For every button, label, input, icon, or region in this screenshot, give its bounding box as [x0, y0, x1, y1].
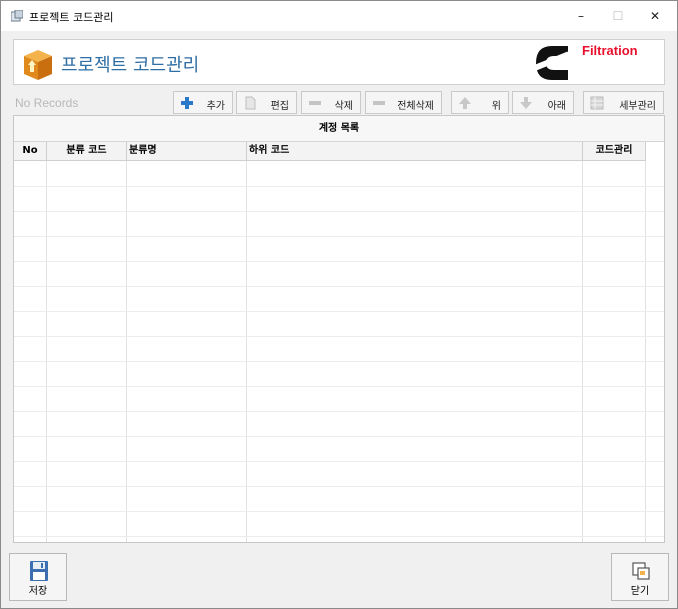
package-box-icon: [24, 50, 52, 80]
grid-row-line: [14, 311, 664, 312]
plus-icon: [181, 97, 193, 109]
detail-manage-button-label: 세부관리: [619, 101, 656, 112]
record-status: No Records: [15, 96, 79, 110]
grid-row-line: [14, 536, 664, 537]
move-up-button[interactable]: 위: [451, 91, 509, 114]
arrow-down-icon: [520, 97, 532, 109]
grid-row-line: [14, 386, 664, 387]
windows-close-icon: [632, 562, 650, 580]
save-button-label: 저장: [28, 586, 48, 597]
grid-row-line: [14, 361, 664, 362]
minus-icon: [309, 101, 321, 105]
column-header-category-code[interactable]: 분류 코드: [47, 142, 127, 161]
delete-all-button[interactable]: 전체삭제: [365, 91, 442, 114]
brand-text: Filtration: [582, 43, 638, 58]
delete-all-button-label: 전체삭제: [397, 101, 434, 112]
grid-row-line: [14, 261, 664, 262]
column-header-category-name[interactable]: 분류명: [127, 142, 247, 161]
minus-icon: [373, 101, 385, 105]
add-button-label: 추가: [206, 101, 225, 112]
column-header-code-manage[interactable]: 코드관리: [583, 142, 646, 161]
column-header-no[interactable]: No: [14, 142, 47, 161]
close-window-button[interactable]: ✕: [637, 1, 673, 31]
toolbar: No Records 추가 편집 삭제 전체삭제 위 아래 세부관리: [13, 91, 665, 115]
app-icon: [11, 10, 23, 22]
column-header-sub-code[interactable]: 하위 코드: [247, 142, 583, 161]
grid-row-line: [14, 511, 664, 512]
main-window: 프로젝트 코드관리 – ☐ ✕ 프로젝트 코드관리 Filtration No …: [0, 0, 678, 609]
save-button[interactable]: 저장: [9, 553, 67, 601]
minimize-button[interactable]: –: [563, 1, 599, 31]
grid-icon: [590, 96, 604, 110]
grid-row-line: [14, 211, 664, 212]
floppy-disk-icon: [30, 561, 48, 581]
header-title: 프로젝트 코드관리: [61, 55, 200, 76]
grid-row-line: [14, 336, 664, 337]
move-down-button[interactable]: 아래: [512, 91, 574, 114]
close-button[interactable]: 닫기: [611, 553, 669, 601]
grid-row-line: [14, 411, 664, 412]
account-grid[interactable]: 계정 목록 No 분류 코드 분류명 하위 코드 코드관리: [13, 115, 665, 543]
grid-row-line: [14, 461, 664, 462]
edit-button-label: 편집: [270, 101, 289, 112]
grid-row-line: [14, 286, 664, 287]
window-title: 프로젝트 코드관리: [29, 11, 114, 24]
delete-button-label: 삭제: [334, 101, 353, 112]
close-button-label: 닫기: [630, 586, 650, 597]
grid-row-line: [14, 436, 664, 437]
arrow-up-icon: [459, 97, 471, 109]
page-icon: [245, 96, 256, 110]
grid-band-title: 계정 목록: [14, 116, 664, 142]
add-button[interactable]: 추가: [173, 91, 233, 114]
delete-button[interactable]: 삭제: [301, 91, 361, 114]
cummins-logo-icon: [534, 46, 570, 80]
move-down-button-label: 아래: [547, 101, 566, 112]
footer-bar: 저장 닫기: [1, 545, 677, 608]
title-bar: 프로젝트 코드관리 – ☐ ✕: [1, 1, 677, 31]
maximize-button[interactable]: ☐: [600, 1, 636, 31]
grid-row-line: [14, 236, 664, 237]
grid-row-line: [14, 186, 664, 187]
grid-row-line: [14, 486, 664, 487]
detail-manage-button[interactable]: 세부관리: [583, 91, 664, 114]
header-panel: 프로젝트 코드관리 Filtration: [13, 39, 665, 85]
move-up-button-label: 위: [491, 101, 501, 112]
edit-button[interactable]: 편집: [236, 91, 297, 114]
